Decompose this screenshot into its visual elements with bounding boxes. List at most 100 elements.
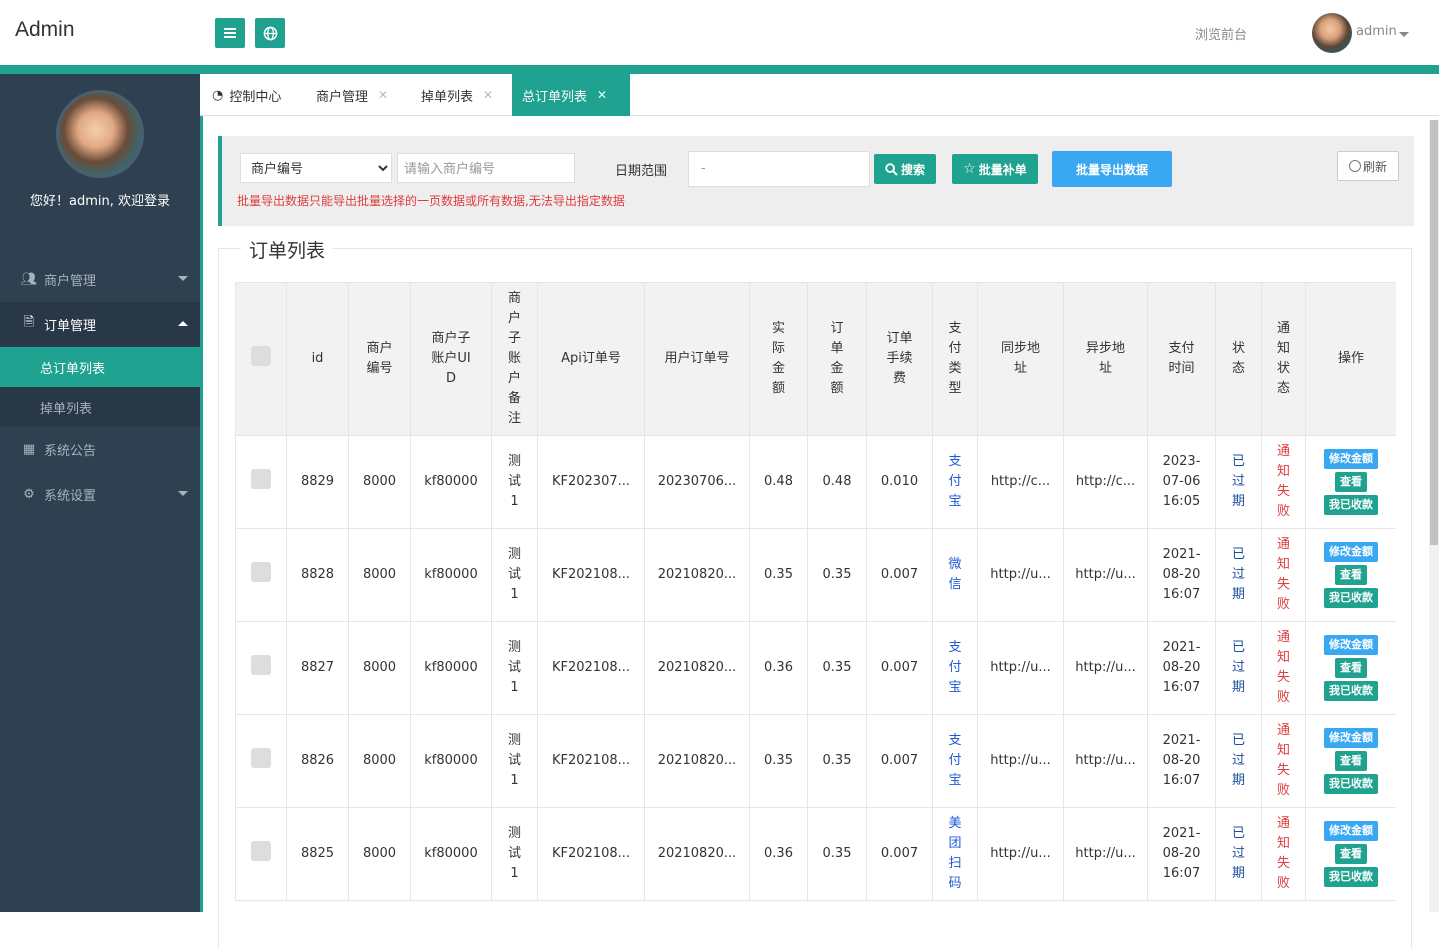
row-checkbox[interactable] <box>251 561 271 582</box>
select-cell[interactable] <box>235 528 287 622</box>
close-icon[interactable]: ✕ <box>483 88 493 102</box>
sub-account-note: 测试1 <box>507 826 521 881</box>
id-cell: 8827 <box>286 621 349 715</box>
date-range-input[interactable]: - <box>688 151 870 187</box>
sidebar-item-merchant[interactable]: 👥︎ 商户管理 <box>0 257 200 301</box>
select-cell[interactable] <box>235 621 287 715</box>
async-url: http://c... <box>1075 474 1136 489</box>
view-button[interactable]: 查看 <box>1335 472 1367 492</box>
select-all-checkbox[interactable] <box>251 345 271 366</box>
edit-amount-button[interactable]: 修改金额 <box>1324 728 1378 748</box>
select-cell[interactable] <box>235 714 287 808</box>
mark-received-button[interactable]: 我已收款 <box>1324 867 1378 887</box>
merchant-cell: 8000 <box>348 714 411 808</box>
row-checkbox[interactable] <box>251 840 271 861</box>
notify-cell: 通知失败 <box>1261 435 1306 529</box>
order-amount: 0.35 <box>822 660 852 675</box>
close-icon[interactable]: ✕ <box>378 88 388 102</box>
actual-cell: 0.35 <box>749 528 808 622</box>
row-checkbox[interactable] <box>251 654 271 675</box>
pay-type: 微信 <box>948 557 962 592</box>
edit-amount-button[interactable]: 修改金额 <box>1324 821 1378 841</box>
close-icon[interactable]: ✕ <box>597 88 607 102</box>
sync-url: http://u... <box>990 753 1051 768</box>
actual-cell: 0.35 <box>749 714 808 808</box>
user-order-cell: 20210820... <box>644 621 750 715</box>
sidebar-item-settings[interactable]: ⚙ 系统设置 <box>0 472 200 516</box>
view-button[interactable]: 查看 <box>1335 751 1367 771</box>
user-order-cell: 20210820... <box>644 528 750 622</box>
browse-frontend-link[interactable]: 浏览前台 <box>1195 24 1247 43</box>
sidebar-item-orders[interactable]: 🗎 订单管理 <box>0 302 200 346</box>
batch-fill-button[interactable]: ☆ 批量补单 <box>952 154 1038 184</box>
globe-button[interactable] <box>255 18 285 48</box>
edit-amount-button[interactable]: 修改金额 <box>1324 635 1378 655</box>
sync-url: http://c... <box>990 474 1051 489</box>
chevron-down-icon[interactable] <box>1399 32 1409 37</box>
search-field-select[interactable]: 商户编号 <box>240 153 392 183</box>
user-name[interactable]: admin <box>1356 24 1397 39</box>
mark-received-button[interactable]: 我已收款 <box>1324 588 1378 608</box>
status-cell: 已过期 <box>1215 714 1262 808</box>
edit-amount-button[interactable]: 修改金额 <box>1324 542 1378 562</box>
id-cell: 8825 <box>286 807 349 901</box>
select-all-cell[interactable] <box>235 282 287 436</box>
edit-amount-button[interactable]: 修改金额 <box>1324 449 1378 469</box>
row-checkbox[interactable] <box>251 468 271 489</box>
sidebar-item-dropped-orders[interactable]: 掉单列表 <box>0 387 200 427</box>
sync-cell: http://u... <box>977 714 1064 808</box>
actual-cell: 0.36 <box>749 621 808 715</box>
select-cell[interactable] <box>235 807 287 901</box>
merchant-id-input[interactable] <box>397 153 575 183</box>
user-order-no: 20210820... <box>657 567 737 582</box>
view-button[interactable]: 查看 <box>1335 844 1367 864</box>
pay-time: 2021-08-20 16:07 <box>1162 640 1201 695</box>
async-url: http://u... <box>1075 660 1136 675</box>
header-accent-bar <box>0 65 1439 74</box>
notify-status: 通知失败 <box>1276 537 1290 612</box>
view-button[interactable]: 查看 <box>1335 658 1367 678</box>
id-cell: 8829 <box>286 435 349 529</box>
user-avatar[interactable] <box>1312 13 1352 53</box>
user-order-no: 20230706... <box>657 474 737 489</box>
tab-merchant[interactable]: 商户管理 ✕ <box>306 74 398 116</box>
mark-received-button[interactable]: 我已收款 <box>1324 681 1378 701</box>
col-header-label: 支付类型 <box>948 321 962 396</box>
tab-dashboard[interactable]: ◔ 控制中心 <box>202 74 291 116</box>
user-order-no: 20210820... <box>657 660 737 675</box>
date-range-value: - <box>701 161 706 176</box>
sub-account-note: 测试1 <box>507 547 521 602</box>
tab-label: 掉单列表 <box>421 89 474 105</box>
tab-dropped-orders[interactable]: 掉单列表 ✕ <box>411 74 503 116</box>
search-button[interactable]: 搜索 <box>874 154 936 184</box>
time-cell: 2021-08-20 16:07 <box>1147 714 1216 808</box>
note-cell: 测试1 <box>491 714 538 808</box>
amount-cell: 0.35 <box>807 528 867 622</box>
mark-received-button[interactable]: 我已收款 <box>1324 495 1378 515</box>
col-header: id <box>286 282 349 436</box>
mark-received-button[interactable]: 我已收款 <box>1324 774 1378 794</box>
view-button[interactable]: 查看 <box>1335 565 1367 585</box>
col-header: 商户子账户备注 <box>491 282 538 436</box>
sidebar-item-all-orders[interactable]: 总订单列表 <box>0 347 200 387</box>
sub-account-note: 测试1 <box>507 640 521 695</box>
scrollbar-thumb[interactable] <box>1430 120 1438 545</box>
row-checkbox[interactable] <box>251 747 271 768</box>
menu-toggle-button[interactable] <box>215 18 245 48</box>
async-cell: http://u... <box>1063 714 1148 808</box>
page-scrollbar[interactable] <box>1429 120 1439 912</box>
async-url: http://u... <box>1075 846 1136 861</box>
fee-cell: 0.007 <box>866 714 933 808</box>
merchant-id: 8000 <box>362 660 397 675</box>
batch-export-button[interactable]: 批量导出数据 <box>1052 151 1172 187</box>
pay-type: 支付宝 <box>948 733 962 788</box>
user-order-cell: 20210820... <box>644 714 750 808</box>
refresh-toggle[interactable]: 刷新 <box>1337 151 1399 181</box>
chevron-down-icon <box>178 491 188 496</box>
select-cell[interactable] <box>235 435 287 529</box>
tab-all-orders[interactable]: 总订单列表 ✕ <box>512 74 630 116</box>
note-cell: 测试1 <box>491 528 538 622</box>
order-id: 8828 <box>300 567 335 582</box>
actual-cell: 0.36 <box>749 807 808 901</box>
sidebar-item-announcement[interactable]: ▦ 系统公告 <box>0 427 200 471</box>
